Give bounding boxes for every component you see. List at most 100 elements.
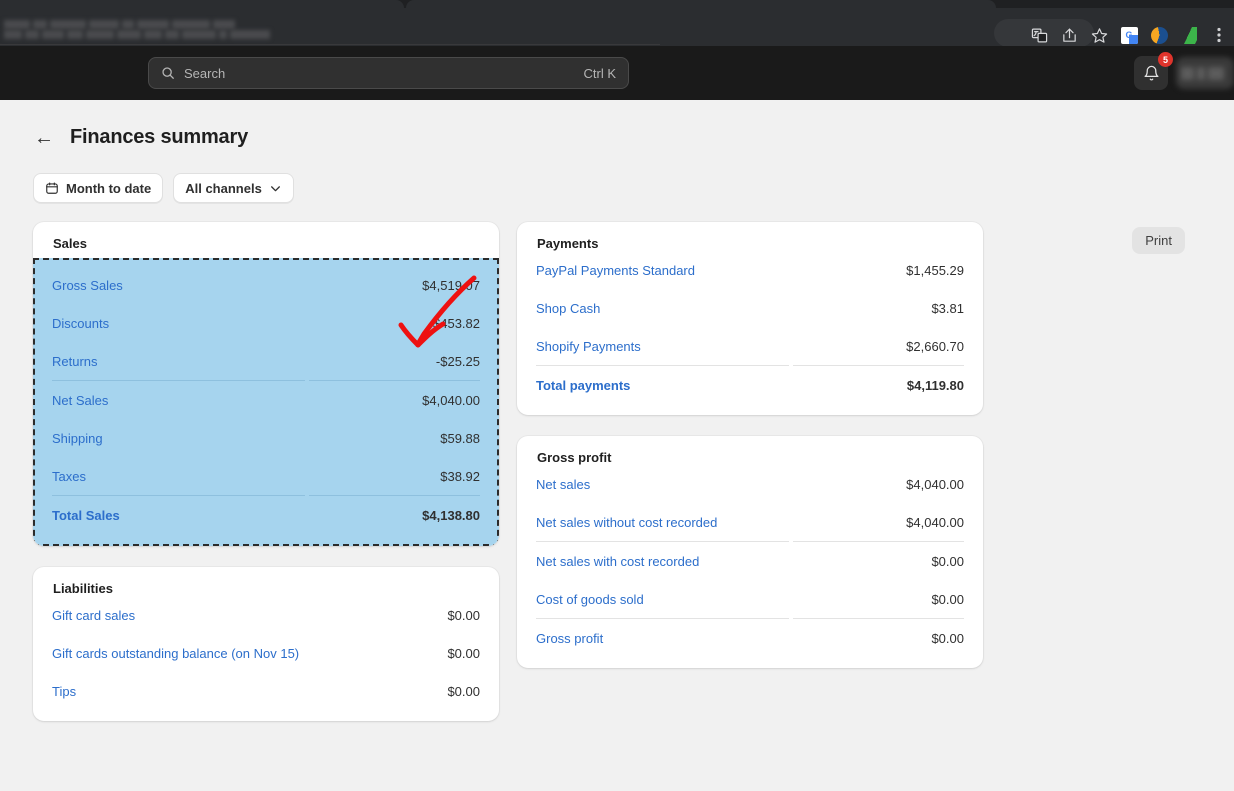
table-row-total[interactable]: Total Sales $4,138.80 <box>52 496 480 534</box>
table-row[interactable]: Shipping $59.88 <box>52 419 480 457</box>
browser-tab-active[interactable] <box>0 0 404 8</box>
table-row[interactable]: Shop Cash $3.81 <box>536 289 964 327</box>
table-row[interactable]: Tips $0.00 <box>52 672 480 710</box>
row-label[interactable]: Net sales <box>536 477 590 492</box>
table-row[interactable]: Gross profit $0.00 <box>536 619 964 657</box>
table-row[interactable]: Returns -$25.25 <box>52 342 480 380</box>
row-value: $59.88 <box>440 430 480 446</box>
row-label[interactable]: Returns <box>52 354 98 369</box>
browser-omnibar: G <box>0 8 1234 47</box>
notifications-button[interactable]: 5 <box>1134 52 1173 90</box>
row-value: -$453.82 <box>428 315 480 331</box>
page-title: Finances summary <box>70 126 248 148</box>
row-label[interactable]: Shopify Payments <box>536 339 641 354</box>
row-label[interactable]: Net sales without cost recorded <box>536 515 717 530</box>
table-row[interactable]: Cost of goods sold $0.00 <box>536 580 964 618</box>
row-label[interactable]: Shipping <box>52 431 103 446</box>
filter-all-channels[interactable]: All channels <box>173 173 294 203</box>
table-row[interactable]: Net sales without cost recorded $4,040.0… <box>536 503 964 541</box>
row-value: $4,519.07 <box>422 277 480 293</box>
card-liabilities-rows: Gift card sales $0.00 Gift cards outstan… <box>33 596 499 710</box>
row-label[interactable]: Shop Cash <box>536 301 600 316</box>
row-value: $4,040.00 <box>906 514 964 530</box>
row-label[interactable]: Gross profit <box>536 631 603 646</box>
cards-grid: Sales Gross Sales $4,519.07 Discounts -$… <box>0 203 1234 721</box>
topbar-right-group: 5 <box>1134 46 1234 100</box>
filter-month-to-date[interactable]: Month to date <box>33 173 164 203</box>
row-label[interactable]: Gift cards outstanding balance (on Nov 1… <box>52 646 299 661</box>
card-sales-title: Sales <box>53 236 87 251</box>
search-input[interactable]: Search Ctrl K <box>148 57 629 89</box>
row-label[interactable]: Gross Sales <box>52 278 123 293</box>
row-value: $4,119.80 <box>906 377 964 393</box>
row-label[interactable]: Net sales with cost recorded <box>536 554 699 569</box>
search-shortcut: Ctrl K <box>583 65 617 81</box>
filter-month-to-date-label: Month to date <box>66 180 152 196</box>
bell-icon <box>1143 65 1159 80</box>
filter-bar: Month to date All channels <box>0 149 1234 203</box>
cards-column-left: Sales Gross Sales $4,519.07 Discounts -$… <box>33 222 499 721</box>
row-value: $1,455.29 <box>906 262 964 278</box>
row-value: $4,138.80 <box>422 507 480 523</box>
row-value: $0.00 <box>931 630 964 646</box>
table-row[interactable]: Net sales with cost recorded $0.00 <box>536 542 964 580</box>
search-icon <box>161 66 175 80</box>
table-row[interactable]: Discounts -$453.82 <box>52 304 480 342</box>
row-label[interactable]: Tips <box>52 684 76 699</box>
card-liabilities-title: Liabilities <box>53 581 113 596</box>
row-value: $0.00 <box>931 553 964 569</box>
table-row[interactable]: Gift cards outstanding balance (on Nov 1… <box>52 634 480 672</box>
card-payments: Payments PayPal Payments Standard $1,455… <box>517 222 983 415</box>
arrow-left-icon[interactable]: ← <box>34 128 54 148</box>
row-value: $38.92 <box>440 468 480 484</box>
table-row[interactable]: Gross Sales $4,519.07 <box>52 266 480 304</box>
row-value: $3.81 <box>931 300 964 316</box>
swirl-extension-icon[interactable] <box>1144 20 1174 50</box>
card-payments-title: Payments <box>537 236 599 251</box>
row-label[interactable]: Discounts <box>52 316 109 331</box>
row-label[interactable]: Total Sales <box>52 508 120 523</box>
search-placeholder: Search <box>184 65 226 81</box>
sales-selection-region[interactable]: Gross Sales $4,519.07 Discounts -$453.82… <box>33 258 499 546</box>
card-gross-profit: Gross profit Net sales $4,040.00 Net sal… <box>517 436 983 668</box>
page-content: ← Finances summary Print Month to date A… <box>0 100 1234 791</box>
row-value: $4,040.00 <box>906 476 964 492</box>
card-gross-profit-rows: Net sales $4,040.00 Net sales without co… <box>517 465 983 657</box>
card-liabilities: Liabilities Gift card sales $0.00 Gift c… <box>33 567 499 721</box>
row-label[interactable]: Net Sales <box>52 393 108 408</box>
filter-all-channels-label: All channels <box>185 180 262 196</box>
app-topbar: Search Ctrl K 5 <box>0 46 1234 100</box>
row-value: $0.00 <box>931 591 964 607</box>
calendar-icon <box>45 181 59 195</box>
browser-tab-secondary[interactable] <box>406 0 996 8</box>
table-row[interactable]: PayPal Payments Standard $1,455.29 <box>536 251 964 289</box>
card-sales: Sales Gross Sales $4,519.07 Discounts -$… <box>33 222 499 546</box>
google-translate-extension-icon[interactable]: G <box>1114 20 1144 50</box>
table-row[interactable]: Gift card sales $0.00 <box>52 596 480 634</box>
table-row-total[interactable]: Total payments $4,119.80 <box>536 366 964 404</box>
browser-tabstrip <box>0 0 1234 8</box>
bookmark-star-icon[interactable] <box>1084 20 1114 50</box>
green-pen-extension-icon[interactable] <box>1174 20 1204 50</box>
table-row[interactable]: Net Sales $4,040.00 <box>52 381 480 419</box>
browser-menu-icon[interactable] <box>1204 20 1234 50</box>
row-label[interactable]: Total payments <box>536 378 630 393</box>
browser-url-area[interactable] <box>0 8 660 45</box>
row-label[interactable]: Gift card sales <box>52 608 135 623</box>
row-value: $4,040.00 <box>422 392 480 408</box>
row-label[interactable]: PayPal Payments Standard <box>536 263 695 278</box>
table-row[interactable]: Taxes $38.92 <box>52 457 480 495</box>
table-row[interactable]: Net sales $4,040.00 <box>536 465 964 503</box>
row-label[interactable]: Cost of goods sold <box>536 592 644 607</box>
share-icon[interactable] <box>1054 20 1084 50</box>
card-gross-profit-title: Gross profit <box>537 450 612 465</box>
card-payments-rows: PayPal Payments Standard $1,455.29 Shop … <box>517 251 983 404</box>
footer-link-truncated[interactable] <box>0 783 1234 791</box>
table-row[interactable]: Shopify Payments $2,660.70 <box>536 327 964 365</box>
browser-toolbar-actions: G <box>1024 17 1234 53</box>
translate-icon[interactable] <box>1024 20 1054 50</box>
row-value: -$25.25 <box>435 353 480 369</box>
cards-column-right: Payments PayPal Payments Standard $1,455… <box>517 222 983 721</box>
row-label[interactable]: Taxes <box>52 469 86 484</box>
account-chip[interactable] <box>1176 57 1234 89</box>
